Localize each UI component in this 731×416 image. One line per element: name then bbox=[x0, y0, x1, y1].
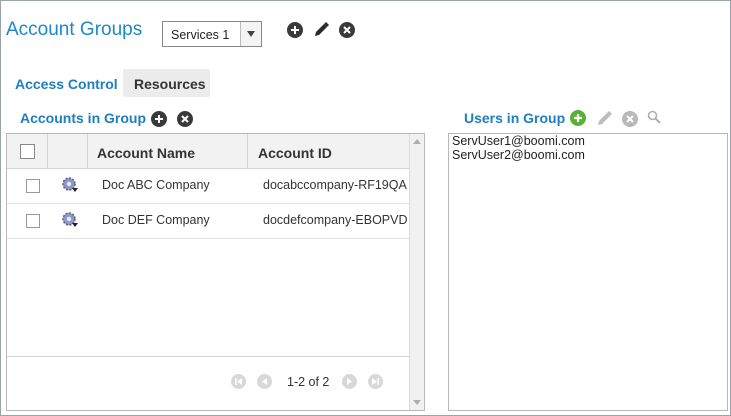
group-select-value: Services 1 bbox=[171, 28, 230, 42]
accounts-grid: Account Name Account ID Doc ABC Company … bbox=[6, 133, 425, 411]
account-name-header-label: Account Name bbox=[97, 145, 196, 161]
icon-column-header bbox=[47, 134, 88, 168]
page-title: Account Groups bbox=[6, 19, 143, 40]
users-section-title: Users in Group bbox=[464, 110, 566, 126]
select-all-cell bbox=[7, 134, 48, 168]
first-page-icon[interactable] bbox=[231, 374, 246, 389]
row-checkbox[interactable] bbox=[26, 214, 40, 228]
group-select[interactable]: Services 1 bbox=[162, 21, 262, 47]
tab-resources[interactable]: Resources bbox=[123, 69, 210, 97]
account-name: Doc DEF Company bbox=[102, 213, 210, 227]
edit-user-icon bbox=[596, 110, 612, 127]
remove-user-icon bbox=[622, 111, 638, 127]
prev-page-icon[interactable] bbox=[257, 374, 272, 389]
add-account-icon[interactable] bbox=[151, 111, 167, 127]
select-all-checkbox[interactable] bbox=[20, 144, 35, 159]
account-id: docdefcompany-EBOPVD bbox=[263, 213, 408, 227]
last-page-icon[interactable] bbox=[368, 374, 383, 389]
list-item[interactable]: ServUser2@boomi.com bbox=[449, 148, 727, 162]
grid-header: Account Name Account ID bbox=[7, 134, 410, 169]
list-item[interactable]: ServUser1@boomi.com bbox=[449, 134, 727, 148]
vertical-scrollbar[interactable] bbox=[409, 134, 424, 410]
tab-access-control[interactable]: Access Control bbox=[15, 76, 118, 92]
account-id-header-label: Account ID bbox=[258, 145, 332, 161]
account-name-header[interactable]: Account Name bbox=[87, 134, 248, 168]
accounts-section-title: Accounts in Group bbox=[20, 110, 146, 126]
next-page-icon[interactable] bbox=[342, 374, 357, 389]
row-checkbox[interactable] bbox=[26, 179, 40, 193]
scroll-down-icon[interactable] bbox=[413, 400, 421, 405]
table-row[interactable]: Doc DEF Company docdefcompany-EBOPVD bbox=[7, 203, 410, 239]
delete-group-icon[interactable] bbox=[339, 22, 355, 38]
add-group-icon[interactable] bbox=[287, 22, 303, 38]
account-id-header[interactable]: Account ID bbox=[247, 134, 410, 168]
scroll-up-icon[interactable] bbox=[413, 139, 421, 144]
account-gear-icon bbox=[61, 211, 79, 229]
remove-account-icon[interactable] bbox=[177, 111, 193, 127]
account-gear-icon bbox=[61, 176, 79, 194]
table-row[interactable]: Doc ABC Company docabccompany-RF19QA bbox=[7, 168, 410, 204]
pager: 1-2 of 2 bbox=[7, 356, 410, 411]
account-name: Doc ABC Company bbox=[102, 178, 210, 192]
app-frame: Account Groups Services 1 Access Control… bbox=[0, 0, 731, 416]
add-user-icon[interactable] bbox=[570, 110, 586, 126]
account-id: docabccompany-RF19QA bbox=[263, 178, 407, 192]
chevron-down-icon[interactable] bbox=[240, 22, 261, 46]
edit-group-icon[interactable] bbox=[313, 21, 329, 38]
search-icon[interactable] bbox=[647, 110, 661, 124]
pager-status: 1-2 of 2 bbox=[287, 375, 330, 389]
tab-resources-label: Resources bbox=[134, 76, 206, 92]
users-list[interactable]: ServUser1@boomi.com ServUser2@boomi.com bbox=[448, 133, 728, 411]
